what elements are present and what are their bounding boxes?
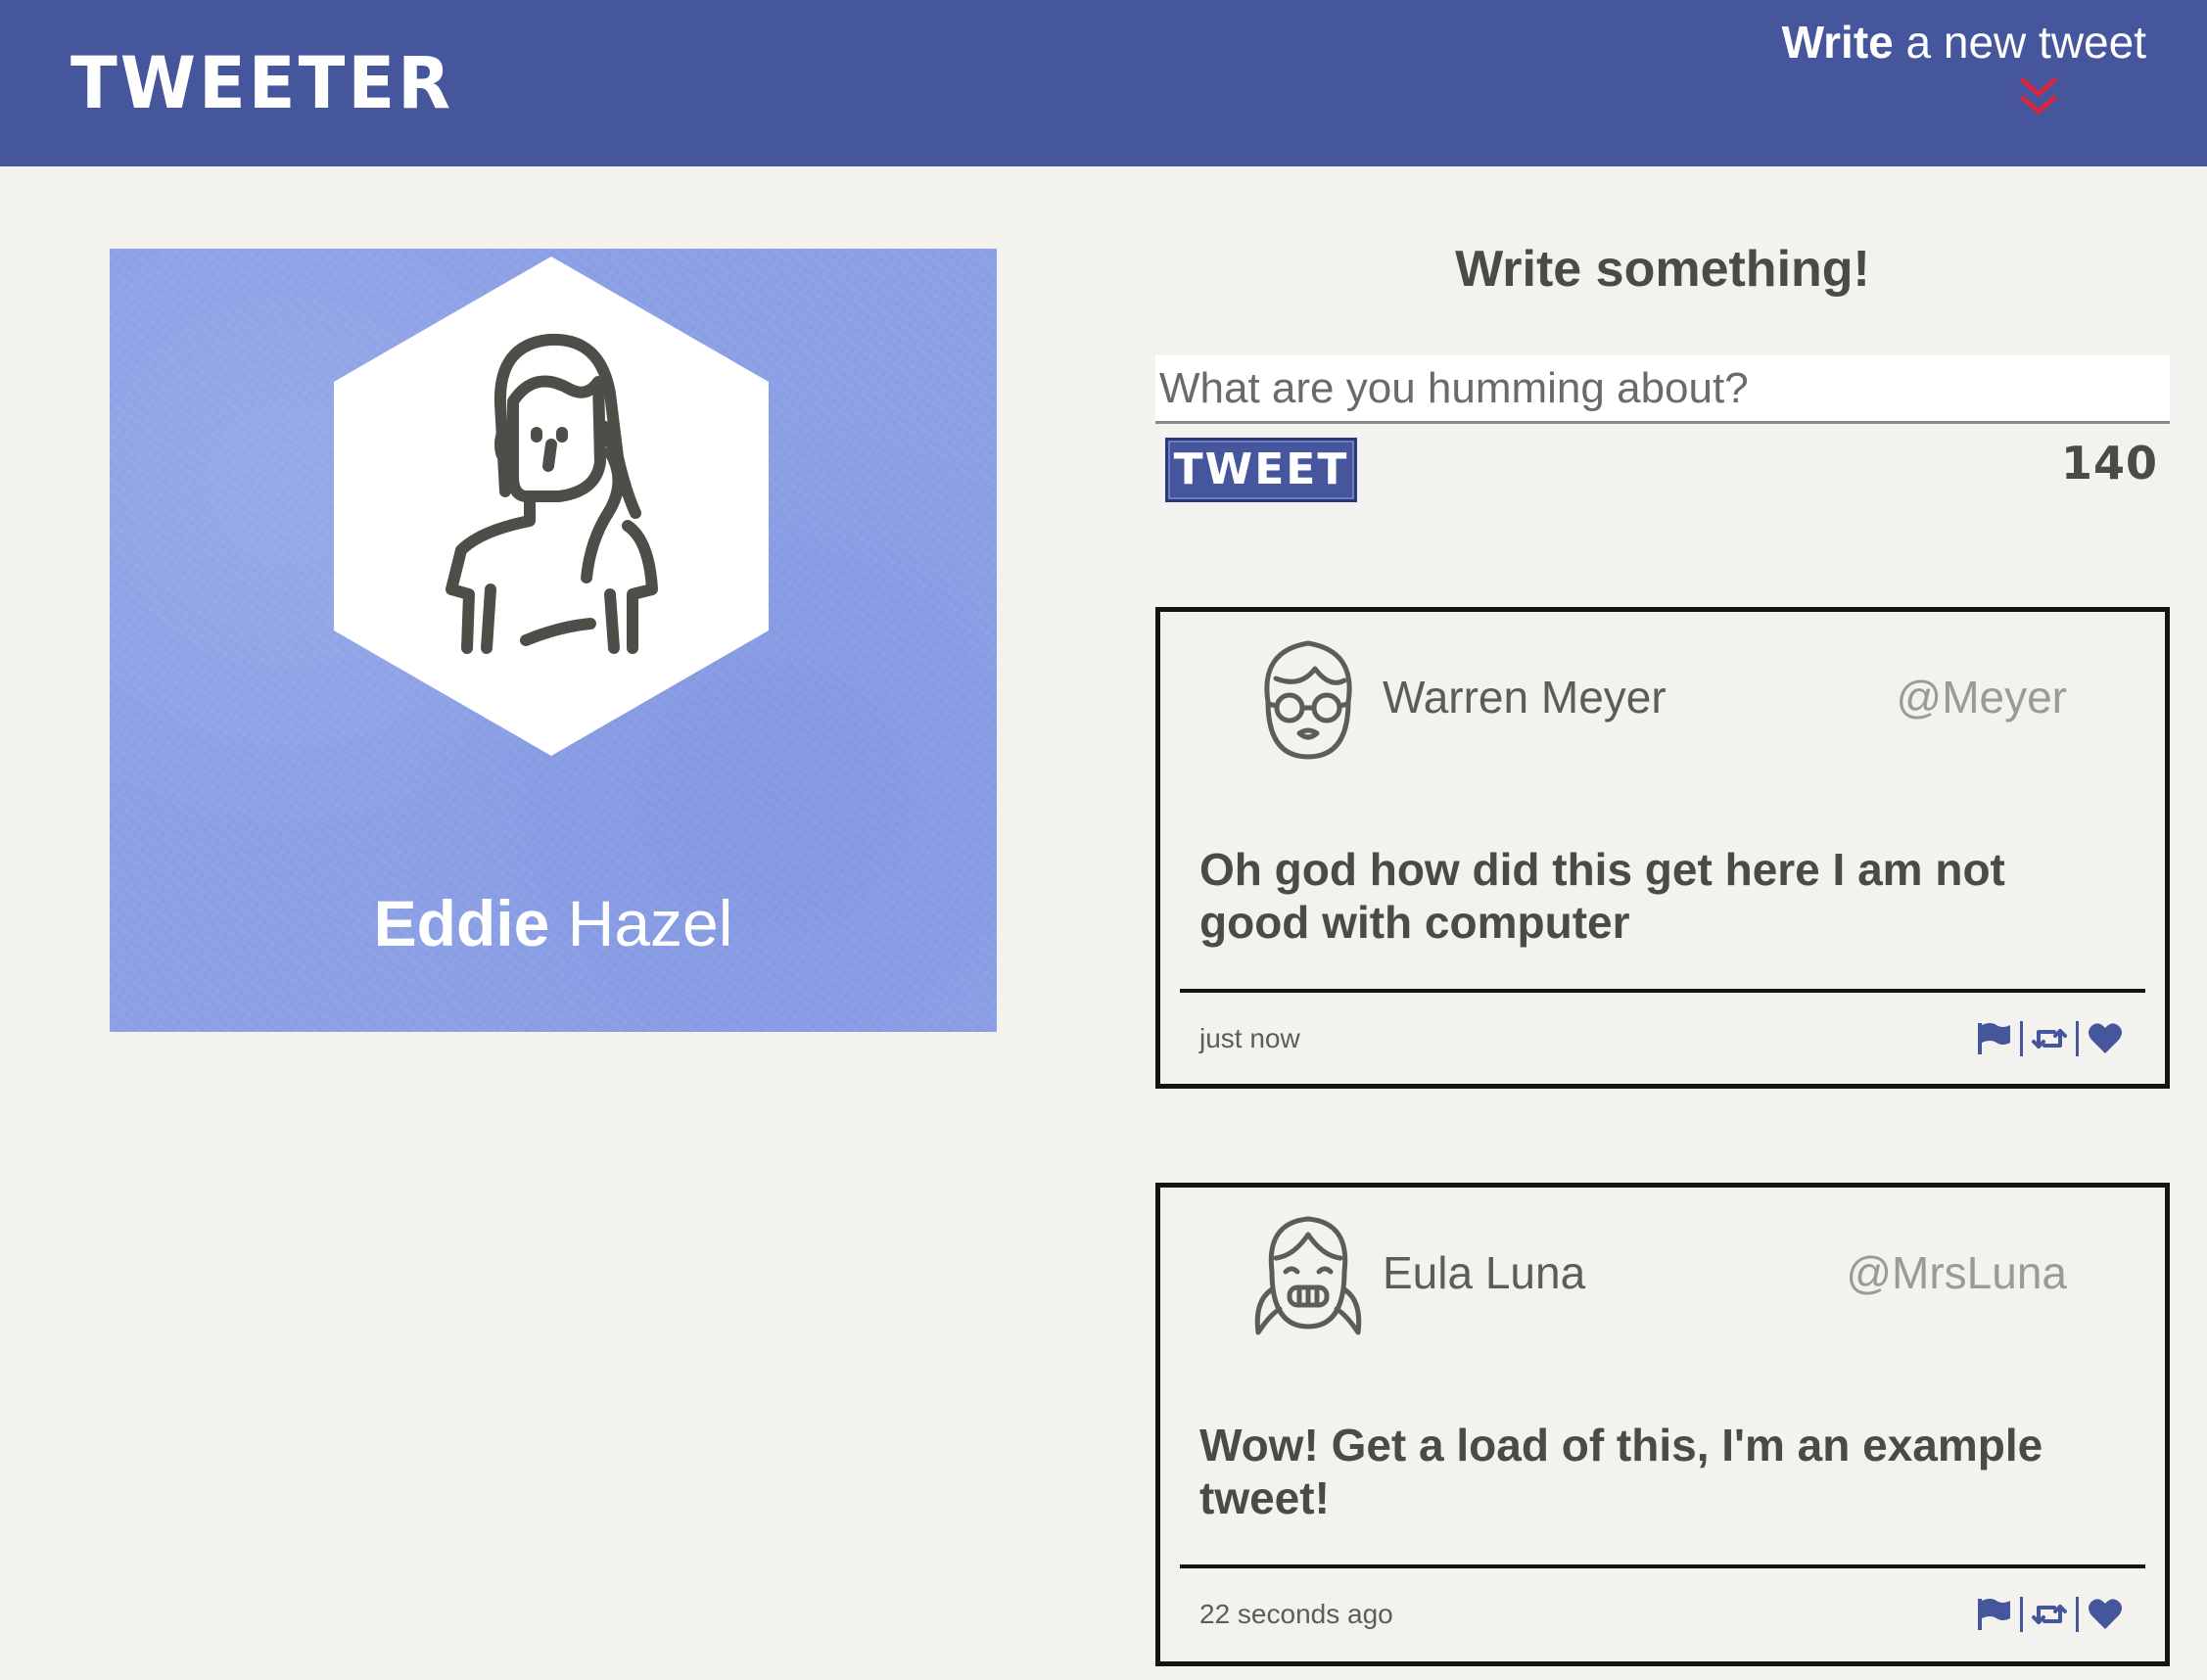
action-separator xyxy=(2020,1597,2023,1632)
brand-logo[interactable]: TWEETER xyxy=(70,47,453,119)
tweet-timestamp: 22 seconds ago xyxy=(1199,1599,1393,1629)
tweet-card: Eula Luna @MrsLuna Wow! Get a load of th… xyxy=(1155,1183,2170,1666)
tweet-divider xyxy=(1180,1564,2145,1568)
tweet-card: Warren Meyer @Meyer Oh god how did this … xyxy=(1155,607,2170,1089)
tweet-input[interactable] xyxy=(1155,355,2170,424)
navbar: TWEETER Write a new tweet xyxy=(0,0,2207,166)
action-separator xyxy=(2020,1021,2023,1056)
woman-avatar-icon xyxy=(334,257,769,756)
man-with-glasses-avatar-icon xyxy=(1264,640,1352,760)
action-separator xyxy=(2076,1597,2079,1632)
tweet-actions xyxy=(1975,1019,2124,1058)
tweet-actions xyxy=(1975,1595,2124,1634)
tweet-timestamp: just now xyxy=(1199,1023,1300,1053)
profile-card: Eddie Hazel xyxy=(110,249,997,1032)
flag-icon[interactable] xyxy=(1975,1597,2012,1632)
retweet-icon[interactable] xyxy=(2031,1597,2068,1632)
compose-toggle-label: Write a new tweet xyxy=(1782,18,2146,68)
profile-name: Eddie Hazel xyxy=(110,885,997,962)
compose-toggle-bold: Write xyxy=(1781,17,1894,68)
compose-toggle-button[interactable]: Write a new tweet xyxy=(1755,18,2146,125)
retweet-icon[interactable] xyxy=(2031,1021,2068,1056)
char-counter: 140 xyxy=(2060,437,2158,490)
compose-heading: Write something! xyxy=(1455,241,1870,298)
heart-icon[interactable] xyxy=(2087,1597,2124,1632)
heart-icon[interactable] xyxy=(2087,1021,2124,1056)
girl-with-pigtails-avatar-icon xyxy=(1254,1216,1362,1335)
tweet-handle[interactable]: @MrsLuna xyxy=(1846,1246,2067,1299)
tweet-text: Oh god how did this get here I am not go… xyxy=(1199,844,2005,948)
tweet-button[interactable]: TWEET xyxy=(1165,438,1357,502)
profile-last-name: Hazel xyxy=(549,887,733,959)
compose-toggle-rest: a new tweet xyxy=(1893,17,2147,68)
tweet-author[interactable]: Warren Meyer xyxy=(1383,671,1667,723)
tweet-divider xyxy=(1180,989,2145,993)
tweet-handle[interactable]: @Meyer xyxy=(1897,671,2068,723)
action-separator xyxy=(2076,1021,2079,1056)
double-chevron-down-icon[interactable] xyxy=(2019,76,2058,117)
tweet-author[interactable]: Eula Luna xyxy=(1383,1246,1585,1299)
flag-icon[interactable] xyxy=(1975,1021,2012,1056)
tweet-text: Wow! Get a load of this, I'm an example … xyxy=(1199,1420,2043,1523)
profile-first-name: Eddie xyxy=(373,887,550,959)
